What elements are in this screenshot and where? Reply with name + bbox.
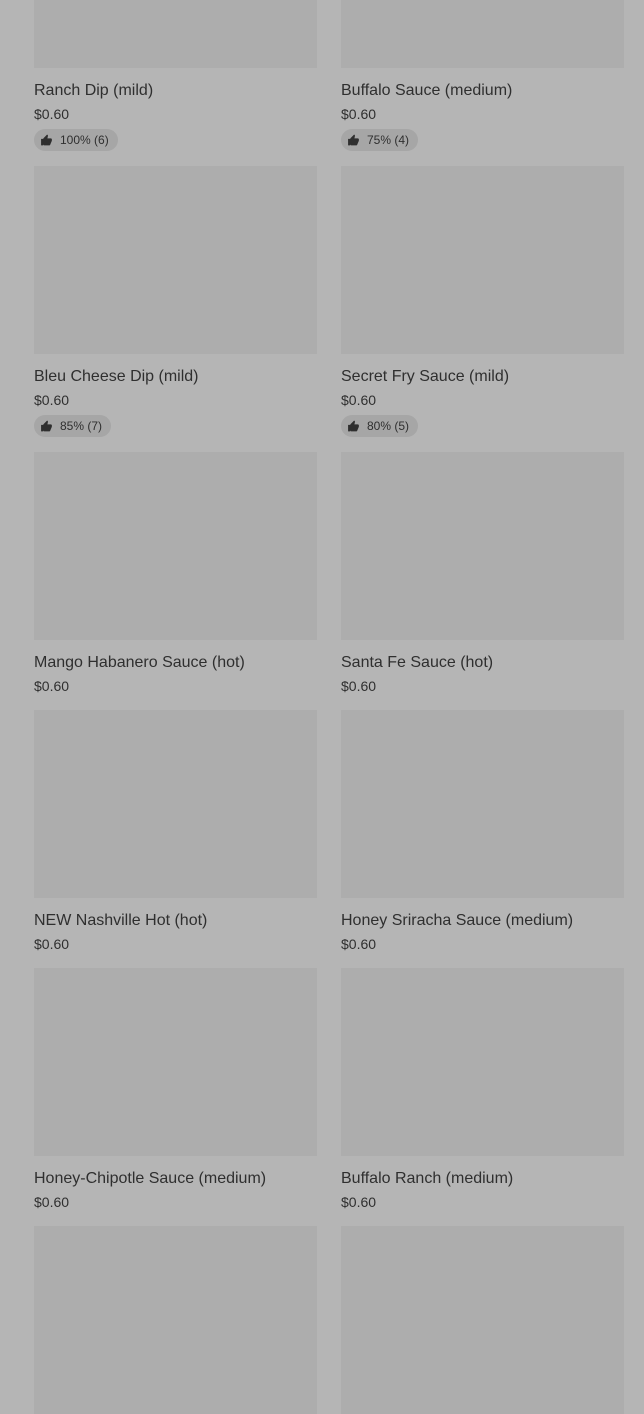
item-price: $0.60 bbox=[34, 936, 70, 952]
item-image[interactable] bbox=[34, 1226, 317, 1414]
item-name: Buffalo Ranch (medium) bbox=[341, 1170, 514, 1187]
item-image[interactable] bbox=[34, 968, 317, 1156]
thumbs-up-icon bbox=[348, 134, 359, 145]
item-price: $0.60 bbox=[34, 1194, 70, 1210]
item-image[interactable] bbox=[34, 166, 317, 354]
item-name: Buffalo Sauce (medium) bbox=[341, 82, 513, 99]
item-name: Secret Fry Sauce (mild) bbox=[341, 368, 510, 385]
item-image[interactable] bbox=[34, 0, 317, 68]
item-price: $0.60 bbox=[341, 936, 377, 952]
rating-badge: 85% (7) bbox=[34, 415, 112, 437]
thumbs-up-icon bbox=[41, 420, 52, 431]
rating-text: 80% (5) bbox=[367, 419, 410, 433]
item-name: Bleu Cheese Dip (mild) bbox=[34, 368, 199, 385]
item-name: Santa Fe Sauce (hot) bbox=[341, 654, 494, 671]
item-image[interactable] bbox=[341, 710, 624, 898]
item-price: $0.60 bbox=[34, 678, 70, 694]
item-image[interactable] bbox=[341, 166, 624, 354]
item-price: $0.60 bbox=[34, 106, 70, 122]
item-price: $0.60 bbox=[341, 678, 377, 694]
rating-badge: 100% (6) bbox=[34, 129, 118, 151]
rating-text: 100% (6) bbox=[60, 133, 109, 147]
thumbs-up-icon bbox=[348, 420, 359, 431]
item-price: $0.60 bbox=[341, 392, 377, 408]
item-name: Honey-Chipotle Sauce (medium) bbox=[34, 1170, 267, 1187]
rating-badge: 75% (4) bbox=[341, 129, 419, 151]
thumbs-up-icon bbox=[41, 134, 52, 145]
item-name: Honey Sriracha Sauce (medium) bbox=[341, 912, 574, 929]
item-name: NEW Nashville Hot (hot) bbox=[34, 912, 208, 929]
item-image[interactable] bbox=[341, 1226, 624, 1414]
item-image[interactable] bbox=[34, 710, 317, 898]
rating-badge: 80% (5) bbox=[341, 415, 419, 437]
item-price: $0.60 bbox=[341, 1194, 377, 1210]
rating-text: 75% (4) bbox=[367, 133, 410, 147]
item-name: Ranch Dip (mild) bbox=[34, 82, 154, 99]
item-image[interactable] bbox=[34, 452, 317, 640]
rating-text: 85% (7) bbox=[60, 419, 103, 433]
item-image[interactable] bbox=[341, 452, 624, 640]
item-image[interactable] bbox=[341, 0, 624, 68]
item-name: Mango Habanero Sauce (hot) bbox=[34, 654, 245, 671]
item-image[interactable] bbox=[341, 968, 624, 1156]
item-price: $0.60 bbox=[341, 106, 377, 122]
item-price: $0.60 bbox=[34, 392, 70, 408]
